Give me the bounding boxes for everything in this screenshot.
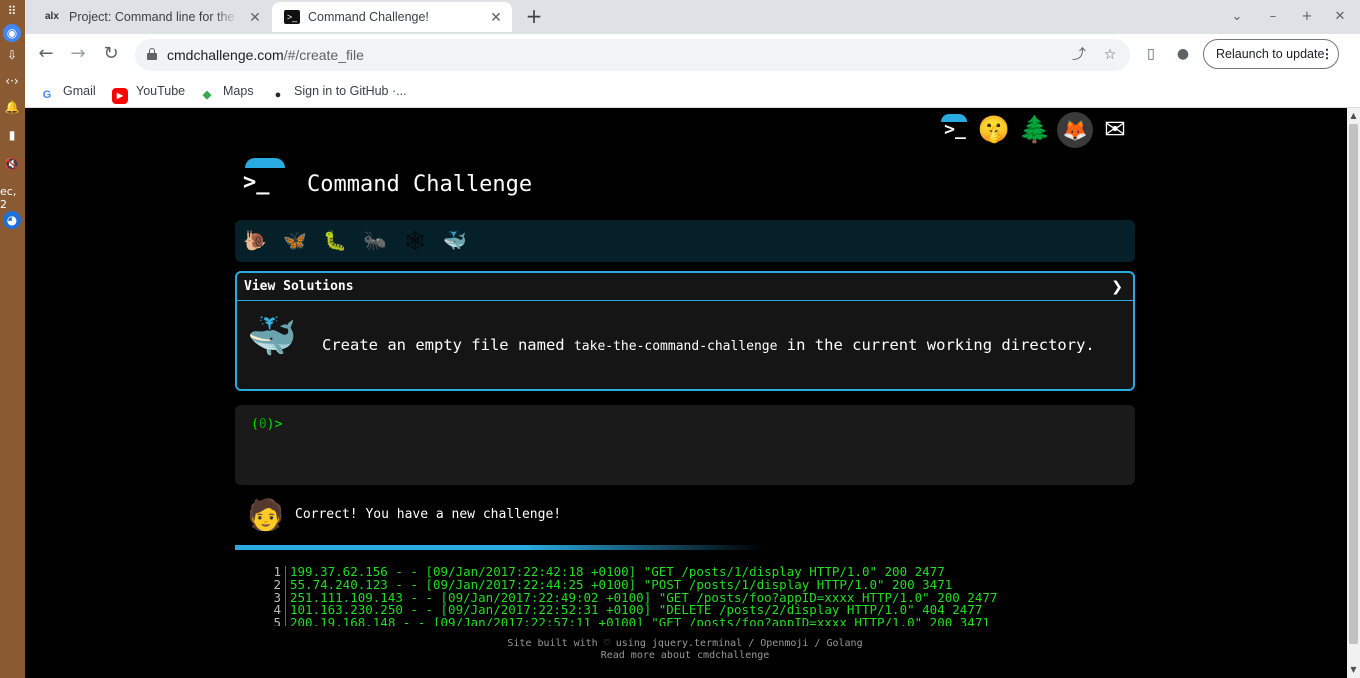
scroll-down-icon[interactable]: ▼ — [1347, 664, 1360, 676]
gitlab-icon[interactable]: 🦊 — [1057, 112, 1093, 148]
minimize-icon[interactable]: – — [1264, 8, 1282, 26]
app-icon[interactable]: ◕ — [3, 211, 21, 229]
log-line: 5 200.19.168.148 - - [09/Jan/2017:22:57:1… — [265, 616, 1125, 626]
site-logo: >_ — [241, 158, 291, 202]
person-avatar-icon: 🧑 — [247, 498, 285, 533]
side-panel-icon[interactable]: ▯ — [1141, 44, 1161, 64]
bookmark-maps[interactable]: ◆ Maps — [199, 81, 254, 101]
chevron-right-icon[interactable]: ❯ — [1111, 273, 1123, 301]
whale-icon[interactable]: 🐳 — [441, 228, 469, 254]
profile-icon[interactable]: ● — [1173, 44, 1193, 64]
clock-date: ec, 2 — [0, 185, 17, 211]
relaunch-button[interactable]: Relaunch to update ⋮ — [1203, 39, 1339, 69]
os-side-panel: ⠿ ◉ ⇩ ‹·› 🔔 ▮ 🔇 ec, 2 ◕ — [0, 0, 25, 678]
apps-grid-icon[interactable]: ⠿ — [3, 2, 21, 20]
network-icon[interactable]: ‹·› — [3, 72, 21, 90]
bookmark-youtube[interactable]: ▶ YouTube — [112, 81, 185, 104]
page-title: Command Challenge — [307, 172, 533, 197]
challenge-card: View Solutions ❯ 🐳 Create an empty file … — [235, 271, 1135, 391]
page-scrollbar[interactable]: ▲ ▼ — [1347, 108, 1360, 678]
tab-search-icon[interactable]: ⌄ — [1228, 8, 1246, 26]
browser-chrome: alx Project: Command line for the ✕ >_ C… — [25, 0, 1360, 108]
tree-icon[interactable]: 🌲 — [1017, 112, 1053, 148]
terminal-favicon-icon: >_ — [284, 10, 300, 24]
lock-icon[interactable] — [147, 48, 157, 60]
google-icon: G — [42, 89, 52, 101]
challenge-filename: take-the-command-challenge — [573, 339, 778, 354]
ant-icon[interactable]: 🐜 — [361, 228, 389, 254]
envelope-icon[interactable]: ✉ — [1097, 112, 1133, 148]
close-tab-icon[interactable]: ✕ — [488, 9, 504, 25]
tab-strip: alx Project: Command line for the ✕ >_ C… — [25, 0, 1360, 34]
progress-bar — [235, 545, 765, 550]
browser-toolbar: ← → ↻ cmdchallenge.com/#/create_file ⤴ ☆… — [25, 34, 1360, 74]
url-text[interactable]: cmdchallenge.com/#/create_file — [167, 39, 364, 71]
menu-kebab-icon[interactable]: ⋮ — [1320, 40, 1334, 68]
tab-title: Project: Command line for the — [69, 10, 235, 24]
github-icon: ● — [274, 89, 282, 101]
bookmarks-bar: G Gmail ▶ YouTube ◆ Maps ● Sign in to GitHub… — [25, 74, 1360, 108]
spider-web-icon[interactable]: 🕸 — [401, 228, 429, 254]
whale-icon: 🐳 — [247, 314, 297, 360]
butterfly-icon[interactable]: 🦋 — [281, 228, 309, 254]
view-solutions-label[interactable]: View Solutions — [244, 273, 354, 301]
bookmark-github[interactable]: ● Sign in to GitHub ·... — [270, 81, 407, 101]
youtube-icon: ▶ — [112, 88, 128, 104]
bell-icon[interactable]: 🔔 — [3, 98, 21, 116]
address-bar[interactable]: cmdchallenge.com/#/create_file ⤴ ☆ — [135, 39, 1130, 71]
snail-icon[interactable]: 🐌 — [241, 228, 269, 254]
tab-project-command-line[interactable]: alx Project: Command line for the ✕ — [33, 2, 271, 32]
maximize-icon[interactable]: + — [1298, 8, 1316, 26]
footer-credits: Site built with ♡ using jquery.terminal … — [507, 638, 863, 649]
page-content: >_ 🤫 🌲 🦊 ✉ >_ Command Challenge 🐌 🦋 🐛 🐜 … — [25, 108, 1347, 678]
share-icon[interactable]: ⤴ — [1070, 46, 1088, 64]
level-bar: 🐌 🦋 🐛 🐜 🕸 🐳 — [235, 220, 1135, 262]
close-tab-icon[interactable]: ✕ — [247, 9, 263, 25]
challenge-description: Create an empty file named take-the-comm… — [322, 336, 1095, 354]
download-icon[interactable]: ⇩ — [3, 46, 21, 64]
view-solutions-toggle[interactable]: View Solutions ❯ — [237, 273, 1133, 301]
scrollbar-thumb[interactable] — [1349, 124, 1358, 644]
shushing-face-icon[interactable]: 🤫 — [976, 112, 1012, 148]
alx-favicon-icon: alx — [45, 11, 59, 22]
bookmark-star-icon[interactable]: ☆ — [1101, 46, 1119, 64]
mute-icon[interactable]: 🔇 — [3, 155, 21, 173]
bookmark-gmail[interactable]: G Gmail — [39, 81, 96, 101]
new-tab-button[interactable]: + — [523, 6, 545, 28]
status-area: 🧑 Correct! You have a new challenge! — [247, 496, 747, 540]
back-icon[interactable]: ← — [35, 43, 57, 65]
tab-title: Command Challenge! — [308, 10, 429, 24]
reload-icon[interactable]: ↻ — [100, 43, 122, 65]
footer: Site built with ♡ using jquery.terminal … — [25, 638, 1345, 662]
example-log-output: 1 199.37.62.156 - - [09/Jan/2017:22:42:18… — [265, 566, 1125, 626]
close-window-icon[interactable]: ✕ — [1331, 8, 1349, 26]
terminal-input[interactable]: (0)> — [235, 405, 1135, 485]
battery-icon: ▮ — [8, 128, 16, 142]
status-message: Correct! You have a new challenge! — [295, 507, 562, 522]
terminal-logo-icon[interactable]: >_ — [937, 112, 973, 148]
scroll-up-icon[interactable]: ▲ — [1347, 110, 1360, 122]
footer-read-more-link[interactable]: Read more about cmdchallenge — [25, 650, 1345, 662]
forward-icon[interactable]: → — [67, 43, 89, 65]
terminal-prompt: (0)> — [251, 417, 283, 432]
chrome-icon[interactable]: ◉ — [3, 24, 21, 42]
tab-command-challenge[interactable]: >_ Command Challenge! ✕ — [272, 2, 512, 32]
caterpillar-icon[interactable]: 🐛 — [321, 228, 349, 254]
maps-icon: ◆ — [202, 89, 212, 101]
